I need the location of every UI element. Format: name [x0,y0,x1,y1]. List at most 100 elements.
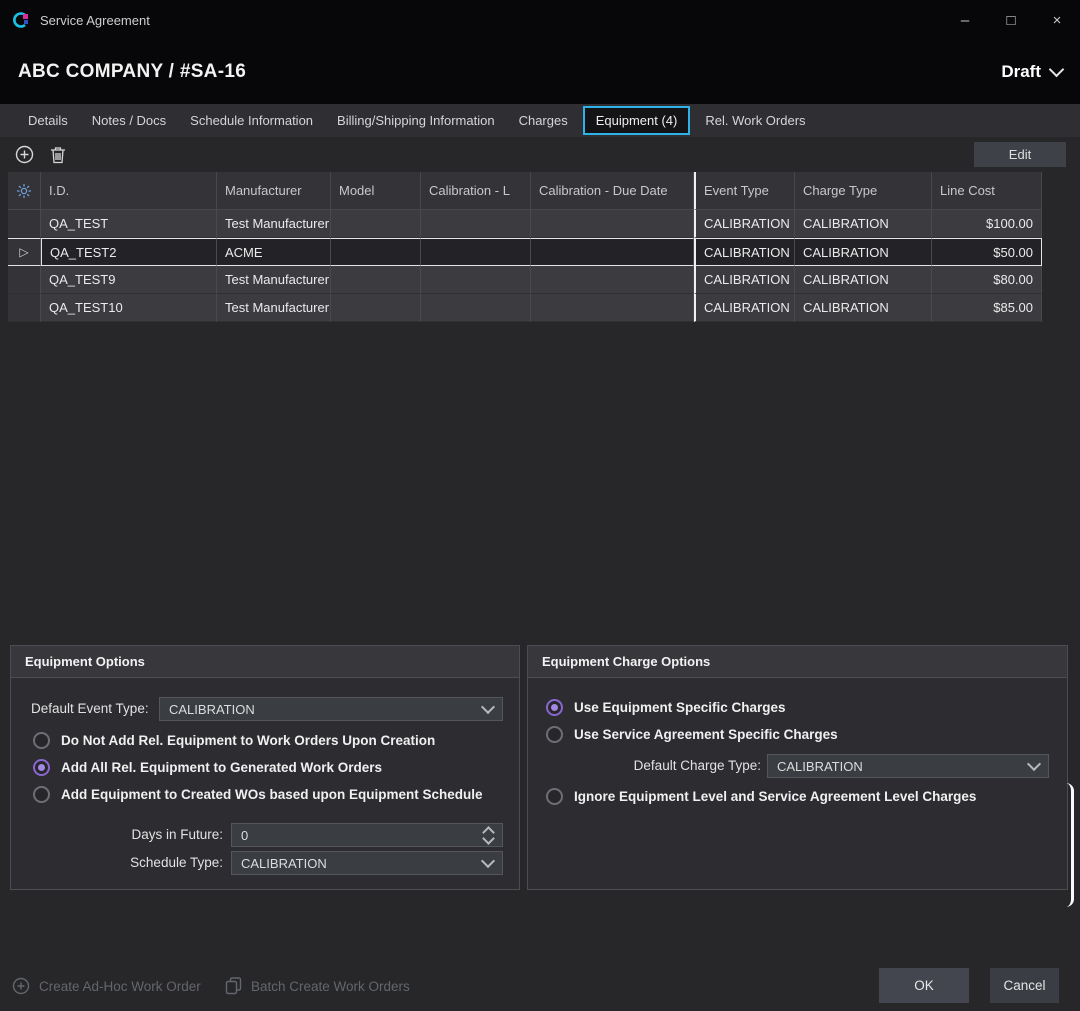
cell-event-type[interactable]: CALIBRATION [694,266,795,294]
cell-line-cost[interactable]: $50.00 [932,238,1042,266]
cell-calibration-due[interactable] [531,266,694,294]
cell-charge-type[interactable]: CALIBRATION [795,238,932,266]
cell-manufacturer[interactable]: Test Manufacturer [217,294,331,322]
days-in-future-label: Days in Future: [11,827,223,842]
default-event-type-label: Default Event Type: [31,701,149,716]
cell-id[interactable]: QA_TEST9 [41,266,217,294]
cancel-button[interactable]: Cancel [990,968,1059,1003]
spinner-buttons[interactable] [484,828,493,843]
window-controls: – □ × [942,0,1080,40]
equipment-options-title: Equipment Options [11,646,519,678]
batch-create-label: Batch Create Work Orders [251,979,410,994]
cell-id[interactable]: QA_TEST [41,210,217,238]
cell-model[interactable] [331,266,421,294]
edit-button[interactable]: Edit [974,142,1066,167]
delete-equipment-button[interactable] [48,145,68,165]
default-charge-type-dropdown[interactable]: CALIBRATION [767,754,1049,778]
schedule-type-dropdown[interactable]: CALIBRATION [231,851,503,875]
cell-charge-type[interactable]: CALIBRATION [795,294,932,322]
radio-ignore-equipment-and-sa-level-charges[interactable]: Ignore Equipment Level and Service Agree… [546,786,976,806]
cell-model[interactable] [331,294,421,322]
tab-schedule-information[interactable]: Schedule Information [178,104,325,137]
close-button[interactable]: × [1034,0,1080,40]
cell-line-cost[interactable]: $100.00 [932,210,1042,238]
add-equipment-button[interactable] [14,145,34,165]
cell-line-cost[interactable]: $85.00 [932,294,1042,322]
equipment-options-panel: Equipment Options Default Event Type: CA… [10,645,520,890]
radio-circle [33,732,50,749]
cell-charge-type[interactable]: CALIBRATION [795,210,932,238]
equipment-charge-options-panel: Equipment Charge Options Use Equipment S… [527,645,1068,890]
column-header-manufacturer[interactable]: Manufacturer [217,172,331,210]
tab-bar: Details Notes / Docs Schedule Informatio… [0,104,1080,137]
cell-id[interactable]: QA_TEST10 [41,294,217,322]
column-header-line-cost[interactable]: Line Cost [932,172,1042,210]
cell-manufacturer[interactable]: ACME [217,238,331,266]
titlebar: Service Agreement – □ × [0,0,1080,40]
row-indicator[interactable] [8,210,41,238]
equipment-table: I.D. Manufacturer Model Calibration - L … [8,172,1042,322]
column-header-calibration-due-date[interactable]: Calibration - Due Date [531,172,694,210]
radio-use-service-agreement-specific-charges[interactable]: Use Service Agreement Specific Charges [546,724,838,744]
radio-circle [33,786,50,803]
cell-manufacturer[interactable]: Test Manufacturer [217,266,331,294]
tab-charges[interactable]: Charges [507,104,580,137]
cell-event-type[interactable]: CALIBRATION [694,238,795,266]
cell-charge-type[interactable]: CALIBRATION [795,266,932,294]
cell-calibration-l[interactable] [421,238,531,266]
chevron-down-icon [481,854,495,868]
tab-billing-shipping-information[interactable]: Billing/Shipping Information [325,104,507,137]
cell-line-cost[interactable]: $80.00 [932,266,1042,294]
tab-equipment[interactable]: Equipment (4) [583,106,691,135]
cell-calibration-l[interactable] [421,294,531,322]
current-row-indicator[interactable]: ▷ [8,238,41,266]
cell-calibration-due[interactable] [531,210,694,238]
tab-notes-docs[interactable]: Notes / Docs [80,104,178,137]
column-header-model[interactable]: Model [331,172,421,210]
status-dropdown[interactable]: Draft [1001,62,1062,82]
copy-documents-icon [225,977,242,995]
create-adhoc-label: Create Ad-Hoc Work Order [39,979,201,994]
chevron-down-icon [1049,62,1065,78]
column-header-calibration-l[interactable]: Calibration - L [421,172,531,210]
trash-icon [50,146,66,164]
tab-details[interactable]: Details [16,104,80,137]
radio-add-all-rel-equipment[interactable]: Add All Rel. Equipment to Generated Work… [33,757,382,777]
radio-circle-selected [546,699,563,716]
grid-options-header[interactable] [8,172,41,210]
cell-calibration-due[interactable] [531,238,694,266]
default-event-type-dropdown[interactable]: CALIBRATION [159,697,503,721]
row-indicator[interactable] [8,266,41,294]
default-charge-type-label: Default Charge Type: [528,758,761,773]
cell-model[interactable] [331,238,421,266]
cell-calibration-l[interactable] [421,266,531,294]
ok-button[interactable]: OK [879,968,969,1003]
status-value: Draft [1001,62,1041,82]
row-indicator[interactable] [8,294,41,322]
schedule-type-value: CALIBRATION [241,856,327,871]
column-header-event-type[interactable]: Event Type [694,172,795,210]
radio-circle [546,788,563,805]
tab-rel-work-orders[interactable]: Rel. Work Orders [693,104,817,137]
batch-create-work-orders-button[interactable]: Batch Create Work Orders [225,969,410,1003]
cell-model[interactable] [331,210,421,238]
cell-calibration-due[interactable] [531,294,694,322]
cell-manufacturer[interactable]: Test Manufacturer [217,210,331,238]
radio-do-not-add-rel-equipment[interactable]: Do Not Add Rel. Equipment to Work Orders… [33,730,435,750]
radio-use-equipment-specific-charges[interactable]: Use Equipment Specific Charges [546,697,786,717]
cell-calibration-l[interactable] [421,210,531,238]
cell-event-type[interactable]: CALIBRATION [694,294,795,322]
column-header-charge-type[interactable]: Charge Type [795,172,932,210]
default-event-type-value: CALIBRATION [169,702,255,717]
radio-add-equipment-schedule[interactable]: Add Equipment to Created WOs based upon … [33,784,483,804]
days-in-future-spinner[interactable]: 0 [231,823,503,847]
equipment-toolbar: Edit [0,137,1080,172]
create-adhoc-work-order-button[interactable]: Create Ad-Hoc Work Order [12,969,201,1003]
cell-event-type[interactable]: CALIBRATION [694,210,795,238]
column-header-id[interactable]: I.D. [41,172,217,210]
cell-id[interactable]: QA_TEST2 [41,238,217,266]
maximize-button[interactable]: □ [988,0,1034,40]
service-agreement-window: Service Agreement – □ × ABC COMPANY / #S… [0,0,1080,1011]
minimize-button[interactable]: – [942,0,988,40]
plus-circle-icon [12,977,30,995]
